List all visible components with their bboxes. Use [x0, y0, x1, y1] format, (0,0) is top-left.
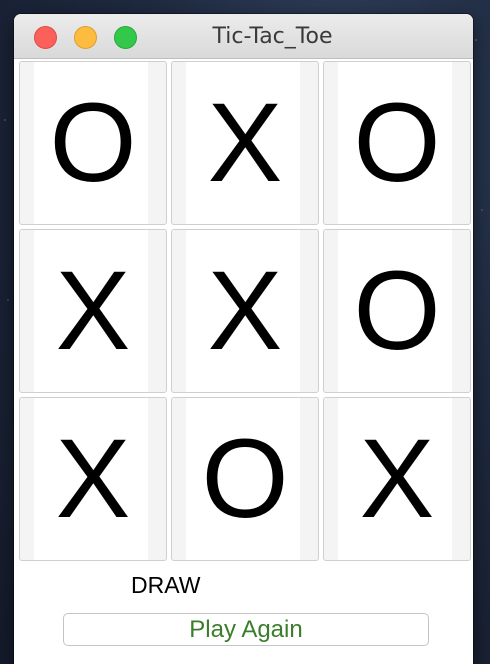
- board-cell-3[interactable]: O: [323, 61, 471, 225]
- play-again-button[interactable]: Play Again: [63, 613, 429, 646]
- cell-mark: O: [353, 248, 441, 373]
- game-board: O X O X X O X O X: [19, 61, 471, 561]
- board-cell-8[interactable]: O: [171, 397, 319, 561]
- board-cell-6[interactable]: O: [323, 229, 471, 393]
- window-title: Tic-Tac_Toe: [212, 24, 333, 49]
- title-bar: Tic-Tac_Toe: [14, 14, 473, 59]
- app-window: Tic-Tac_Toe O X O X X O X O X DRAW Play: [14, 14, 473, 664]
- cell-mark: X: [359, 416, 435, 541]
- cell-mark: X: [207, 80, 283, 205]
- board-cell-7[interactable]: X: [19, 397, 167, 561]
- board-cell-4[interactable]: X: [19, 229, 167, 393]
- cell-mark: X: [55, 416, 131, 541]
- game-status-label: DRAW: [131, 572, 201, 598]
- board-cell-9[interactable]: X: [323, 397, 471, 561]
- board-cell-1[interactable]: O: [19, 61, 167, 225]
- cell-mark: O: [201, 416, 289, 541]
- board-cell-5[interactable]: X: [171, 229, 319, 393]
- cell-mark: O: [49, 80, 137, 205]
- board-cell-2[interactable]: X: [171, 61, 319, 225]
- cell-mark: X: [55, 248, 131, 373]
- cell-mark: X: [207, 248, 283, 373]
- cell-mark: O: [353, 80, 441, 205]
